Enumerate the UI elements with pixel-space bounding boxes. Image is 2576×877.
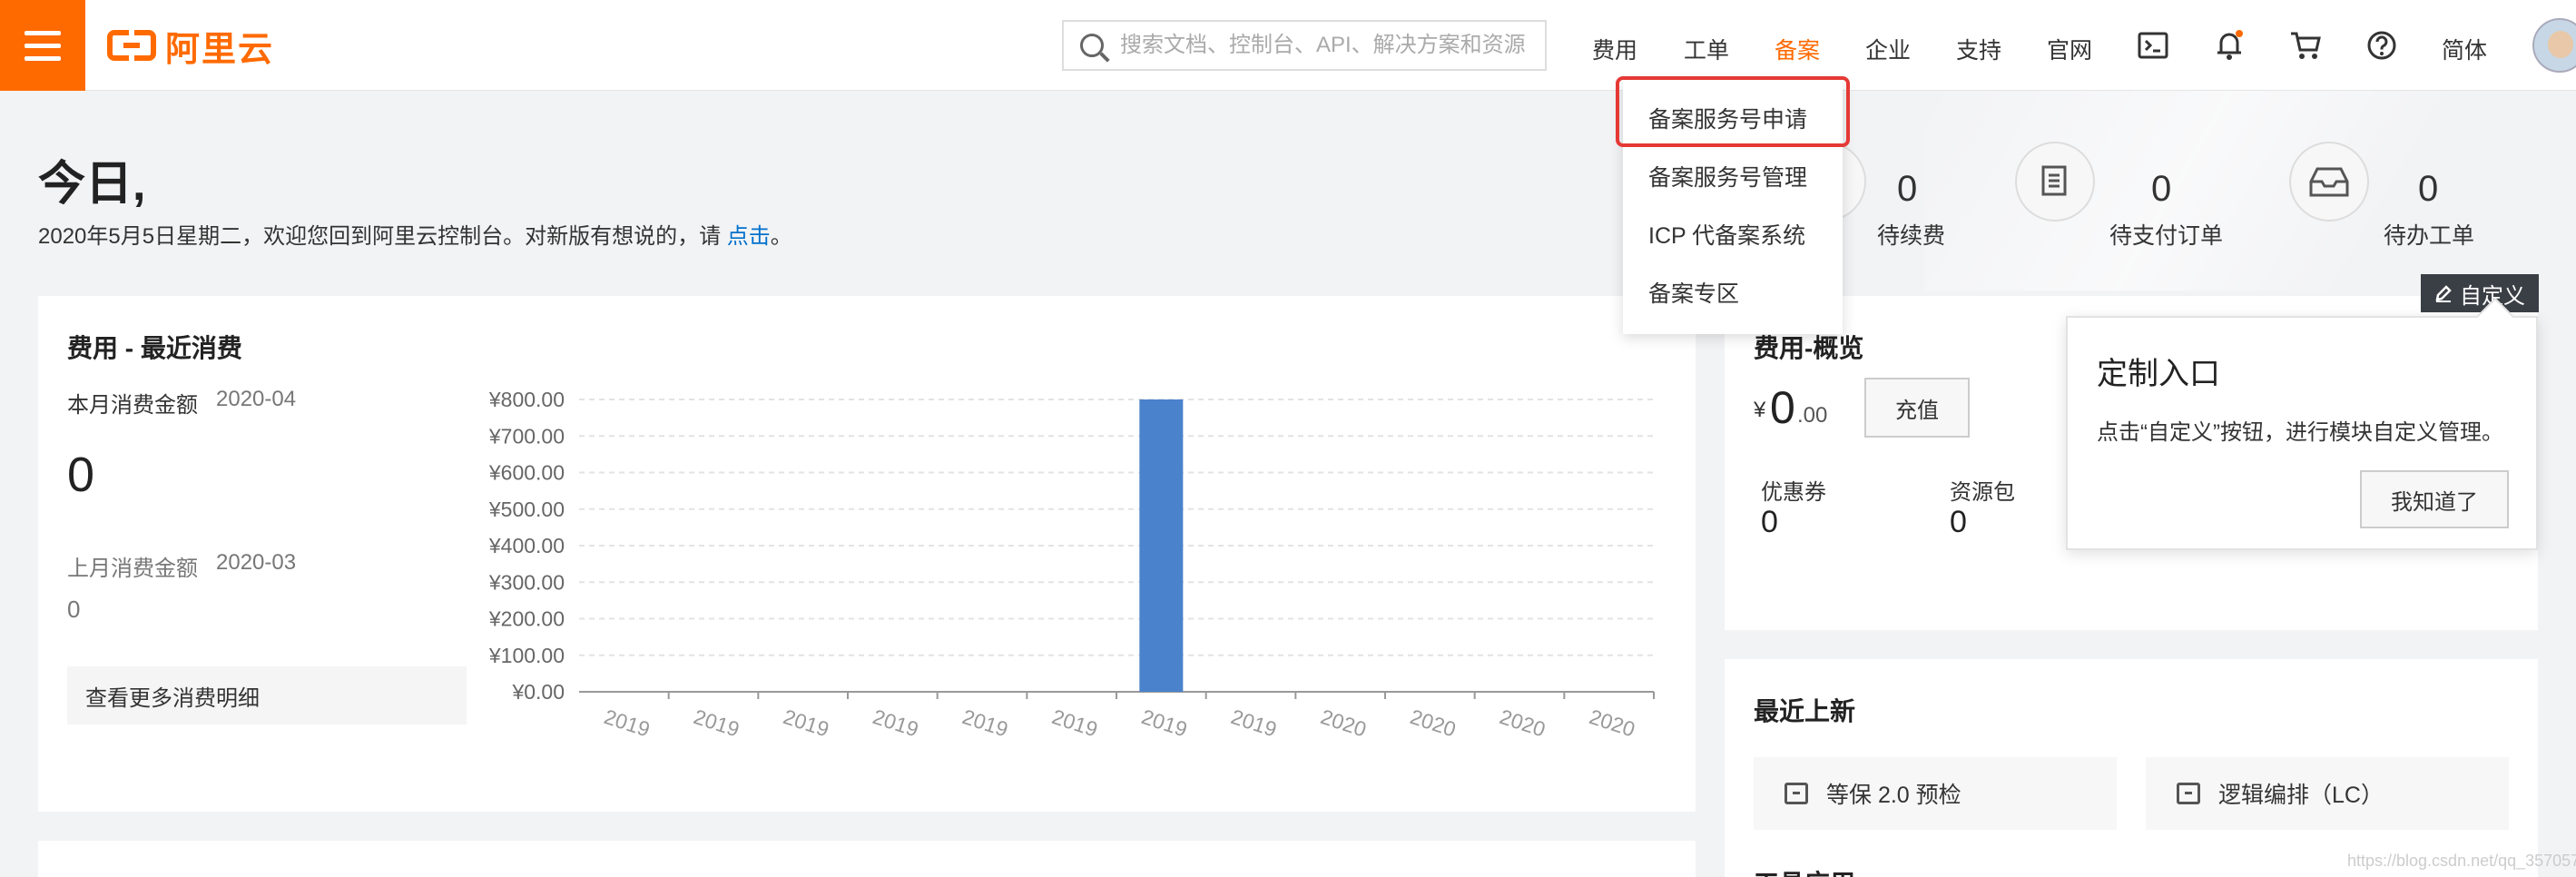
y-tick-label: ¥100.00 [488, 644, 565, 667]
y-tick-label: ¥200.00 [488, 607, 565, 631]
search-box[interactable] [1062, 20, 1547, 71]
terminal-icon[interactable] [2135, 27, 2171, 64]
pending-ticket-count[interactable]: 0 [2418, 169, 2438, 210]
x-tick-label: 2019 [691, 705, 742, 742]
resource-package-label: 资源包 [1950, 480, 2015, 505]
x-tick-label: 2020 [1497, 705, 1549, 742]
cart-icon[interactable] [2287, 27, 2324, 64]
x-tick-label: 2019 [1228, 705, 1280, 742]
popover-title: 定制入口 [2097, 357, 2220, 391]
search-input[interactable] [1120, 33, 1538, 58]
tools-title: 工具应用 [1754, 864, 1855, 877]
y-tick-label: ¥600.00 [488, 461, 565, 485]
spending-bar-chart: ¥800.00 ¥700.00 ¥600.00 ¥500.00 ¥400.00 ¥300.… [38, 296, 1696, 812]
x-tick-label: 2019 [1049, 705, 1101, 742]
feedback-link[interactable]: 点击 [727, 224, 771, 249]
language-switch[interactable]: 简体 [2442, 33, 2487, 65]
x-tick-label: 2019 [781, 705, 832, 742]
y-tick-label: ¥800.00 [488, 388, 565, 411]
filing-dropdown-menu: 备案服务号申请 备案服务号管理 ICP 代备案系统 备案专区 [1623, 80, 1843, 334]
user-avatar[interactable] [2532, 18, 2576, 73]
renewal-count[interactable]: 0 [1897, 169, 1917, 210]
news-item-logic-composer[interactable]: 逻辑编排（LC） [2146, 757, 2509, 830]
y-tick-label: ¥0.00 [511, 680, 565, 704]
x-tick-label: 2020 [1407, 705, 1459, 742]
nav-official-site[interactable]: 官网 [2047, 33, 2092, 65]
unpaid-order-count[interactable]: 0 [2151, 169, 2171, 210]
menu-item-filing-zone[interactable]: 备案专区 [1648, 276, 1739, 309]
y-tick-label: ¥400.00 [488, 534, 565, 557]
pending-ticket-label: 待办工单 [2384, 223, 2475, 249]
greeting-title: 今日, [38, 158, 146, 211]
resource-package-count[interactable]: 0 [1950, 505, 1967, 540]
menu-item-filing-service-manage[interactable]: 备案服务号管理 [1648, 160, 1807, 192]
box-icon [1785, 783, 1808, 804]
nav-billing[interactable]: 费用 [1592, 33, 1637, 65]
search-icon [1080, 34, 1104, 57]
customize-button[interactable]: 自定义 [2421, 274, 2539, 312]
x-tick-label: 2020 [1318, 705, 1370, 742]
nav-enterprise[interactable]: 企业 [1865, 33, 1911, 65]
news-item-mlps-precheck[interactable]: 等保 2.0 预检 [1754, 757, 2117, 830]
unpaid-order-icon [2015, 142, 2095, 222]
nav-ticket[interactable]: 工单 [1684, 33, 1729, 65]
help-icon[interactable] [2364, 27, 2400, 64]
menu-item-filing-service-apply[interactable]: 备案服务号申请 [1648, 102, 1807, 134]
x-tick-label: 2019 [601, 705, 653, 742]
y-tick-label: ¥700.00 [488, 424, 565, 448]
x-tick-label: 2019 [959, 705, 1011, 742]
unpaid-order-label: 待支付订单 [2109, 223, 2224, 249]
recharge-button[interactable]: 充值 [1864, 378, 1970, 438]
top-navbar: 阿里云 费用 工单 备案 企业 支持 官网 简体 [0, 0, 2576, 91]
aliyun-logo[interactable]: 阿里云 [107, 25, 274, 69]
recent-new-card: 最近上新 等保 2.0 预检 逻辑编排（LC） 工具应用 [1725, 659, 2538, 877]
x-tick-label: 2019 [1138, 705, 1190, 742]
welcome-text: 2020年5月5日星期二，欢迎您回到阿里云控制台。对新版有想说的，请 点击。 [38, 224, 792, 249]
aliyun-logo-icon [107, 30, 156, 61]
box-icon [2177, 783, 2200, 804]
chart-svg: ¥800.00 ¥700.00 ¥600.00 ¥500.00 ¥400.00 ¥300.… [488, 388, 1655, 742]
x-tick-label: 2020 [1587, 705, 1638, 742]
watermark: https://blog.csdn.net/qq_35705765 [2347, 852, 2576, 870]
overview-title: 费用-概览 [1754, 334, 1864, 362]
notification-bell-icon[interactable] [2211, 27, 2247, 64]
got-it-button[interactable]: 我知道了 [2360, 470, 2509, 528]
currency-symbol: ¥ [1754, 398, 1766, 422]
y-tick-label: ¥500.00 [488, 498, 565, 521]
coupon-count[interactable]: 0 [1761, 505, 1778, 540]
hamburger-menu-icon[interactable] [0, 0, 85, 91]
menu-item-icp-agent-system[interactable]: ICP 代备案系统 [1648, 218, 1805, 251]
balance-decimal: .00 [1797, 403, 1828, 428]
nav-filing[interactable]: 备案 [1775, 33, 1820, 65]
x-tick-label: 2019 [870, 705, 921, 742]
pending-ticket-icon [2289, 142, 2369, 222]
edit-icon [2435, 285, 2452, 302]
coupon-label: 优惠券 [1761, 480, 1826, 505]
renewal-label: 待续费 [1877, 223, 1946, 249]
recent-spending-card: 费用 - 最近消费 本月消费金额 2020-04 0 上月消费金额 2020-0… [38, 296, 1696, 812]
nav-support[interactable]: 支持 [1956, 33, 2001, 65]
news-title: 最近上新 [1754, 697, 1856, 725]
customize-popover: 定制入口 点击“自定义”按钮，进行模块自定义管理。 我知道了 [2066, 316, 2538, 550]
balance-integer: 0 [1770, 382, 1795, 433]
next-card [38, 841, 1696, 877]
chart-bar[interactable] [1139, 399, 1184, 692]
y-tick-label: ¥300.00 [488, 570, 565, 594]
popover-body: 点击“自定义”按钮，进行模块自定义管理。 [2097, 420, 2503, 445]
